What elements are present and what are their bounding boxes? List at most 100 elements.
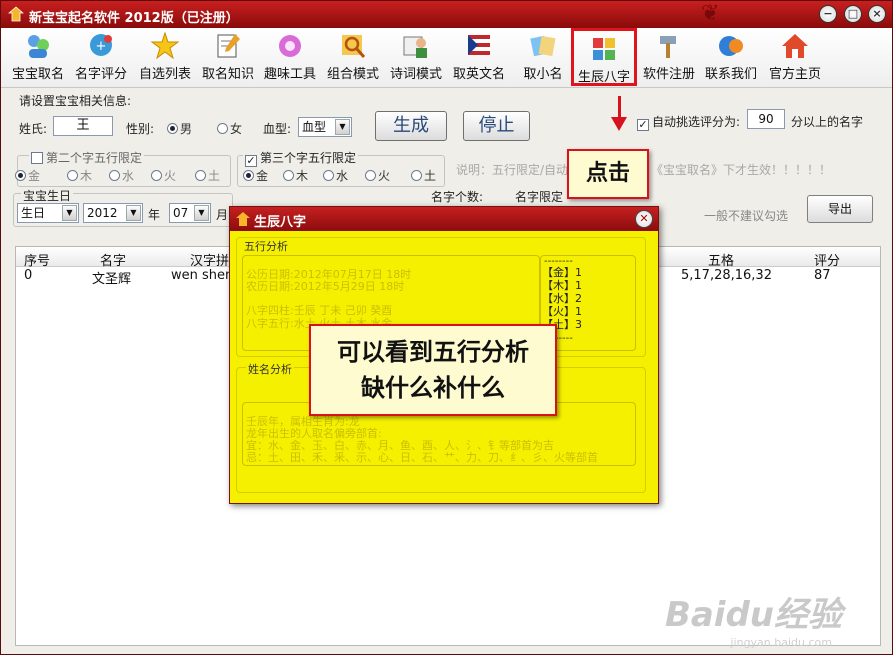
surname-label: 姓氏:: [19, 122, 48, 136]
third-char-water[interactable]: 水: [323, 167, 348, 184]
birth-month-select[interactable]: 07 ▼: [169, 203, 211, 223]
auto-pick-checkbox[interactable]: ✓ 自动挑选评分为:: [637, 113, 740, 131]
tool-poem-mode[interactable]: 诗词模式: [386, 31, 446, 85]
tool-fun-tools[interactable]: 趣味工具: [260, 31, 320, 85]
tool-name-score[interactable]: + 名字评分: [71, 31, 131, 85]
main-toolbar: 宝宝取名 + 名字评分 自选列表 取名知识 趣味工具 组合模式 诗词模式 取英文: [1, 28, 892, 88]
month-unit: 月: [216, 208, 229, 222]
name-section-label: 姓名分析: [246, 361, 294, 377]
star-list-icon: [150, 31, 180, 60]
export-button[interactable]: 导出: [807, 195, 873, 223]
count-fire: 【火】1: [542, 305, 582, 318]
tool-official-site[interactable]: 官方主页: [764, 31, 826, 85]
second-char-fire[interactable]: 火: [151, 167, 176, 184]
second-char-earth[interactable]: 土: [195, 167, 220, 184]
cell-index: 0: [24, 268, 33, 283]
maximize-button[interactable]: □: [844, 5, 862, 23]
app-window: 新宝宝起名软件 2012版（已注册） ❦ − □ × 宝宝取名 + 名字评分 自…: [0, 0, 893, 655]
surname-input[interactable]: 王: [53, 116, 113, 136]
dialog-title: 生辰八字: [254, 215, 307, 230]
second-char-gold[interactable]: 金: [15, 167, 40, 184]
third-char-wood[interactable]: 木: [283, 167, 308, 184]
generate-button[interactable]: 生成: [375, 111, 447, 141]
tool-combination-mode[interactable]: 组合模式: [323, 31, 383, 85]
wuxing-section-label: 五行分析: [244, 240, 288, 253]
stop-button[interactable]: 停止: [463, 111, 530, 141]
dialog-title-bar: 生辰八字 ✕: [230, 207, 658, 231]
window-title: 新宝宝起名软件 2012版（已注册）: [29, 11, 239, 26]
col-index[interactable]: 序号: [24, 250, 50, 269]
gender-male-radio[interactable]: 男: [167, 120, 192, 137]
tool-contact-us[interactable]: 联系我们: [701, 31, 761, 85]
year-unit: 年: [148, 208, 161, 222]
col-score[interactable]: 评分: [814, 250, 840, 269]
radio-dot: [15, 170, 26, 181]
birth-type-select[interactable]: 生日 ▼: [17, 203, 79, 223]
third-char-gold[interactable]: 金: [243, 167, 268, 184]
chevron-down-icon: ▼: [194, 205, 209, 221]
gender-female-radio[interactable]: 女: [217, 120, 242, 137]
blood-select[interactable]: 血型 ▼: [298, 117, 352, 137]
tool-naming-knowledge[interactable]: 取名知识: [198, 31, 258, 85]
home-icon: [782, 34, 808, 58]
birth-year-select[interactable]: 2012 ▼: [83, 203, 143, 223]
contact-icon: [719, 36, 743, 56]
watermark-logo: Baidu经验: [664, 595, 842, 635]
radio-dot: [151, 170, 162, 181]
watermark-url: jingyan.baidu.com: [730, 636, 832, 649]
babies-icon: [28, 35, 49, 58]
score-icon: +: [90, 34, 112, 56]
second-char-wood[interactable]: 木: [67, 167, 92, 184]
checkbox-icon: [31, 152, 43, 164]
tool-english-name[interactable]: 取英文名: [449, 31, 509, 85]
tool-custom-list[interactable]: 自选列表: [135, 31, 195, 85]
tool-birth-bazi[interactable]: 生辰八字: [571, 28, 637, 86]
second-char-checkbox[interactable]: 第二个字五行限定: [29, 149, 145, 166]
col-name[interactable]: 名字: [100, 250, 126, 269]
callout-line-1: 可以看到五行分析: [337, 338, 529, 366]
radio-dot: [323, 170, 334, 181]
cell-wuge: 5,17,28,16,32: [681, 268, 772, 283]
minimize-button[interactable]: −: [819, 5, 837, 23]
note-text: 说明：五行限定/自动: [456, 163, 569, 177]
name-count-label: 名字个数:: [431, 190, 484, 204]
radio-dot: [67, 170, 78, 181]
annotation-arrow-head: [611, 117, 627, 131]
birthday-label: 宝宝生日: [21, 187, 74, 204]
gear-flower-icon: [279, 35, 301, 57]
notebook-icon: [217, 34, 240, 58]
callout-annotation: 可以看到五行分析 缺什么补什么: [309, 324, 557, 416]
blood-label: 血型:: [263, 122, 292, 136]
col-wuge[interactable]: 五格: [708, 250, 734, 269]
count-gold: 【金】1: [542, 266, 582, 279]
third-char-earth[interactable]: 土: [411, 167, 436, 184]
second-char-water[interactable]: 水: [109, 167, 134, 184]
app-logo-icon: [8, 6, 24, 22]
dialog-logo-icon: [236, 212, 250, 226]
chevron-down-icon: ▼: [126, 205, 141, 221]
radio-dot: [167, 123, 178, 134]
auto-pick-score-input[interactable]: 90: [747, 109, 785, 129]
not-recommended-text: 一般不建议勾选: [704, 209, 789, 223]
magnifier-icon: [342, 35, 366, 58]
click-annotation: 点击: [567, 149, 649, 199]
tool-register[interactable]: 软件注册: [639, 31, 699, 85]
tool-nickname[interactable]: 取小名: [516, 31, 570, 85]
dialog-close-button[interactable]: ✕: [635, 210, 653, 228]
count-wood: 【木】1: [542, 279, 582, 292]
radio-dot: [109, 170, 120, 181]
close-button[interactable]: ×: [868, 5, 886, 23]
cell-score: 87: [814, 268, 831, 283]
third-char-checkbox[interactable]: ✓ 第三个字五行限定: [243, 149, 359, 167]
third-char-fire[interactable]: 火: [365, 167, 390, 184]
annotation-arrow-shaft: [618, 96, 621, 118]
tool-baby-naming[interactable]: 宝宝取名: [9, 31, 67, 85]
cards-icon: [530, 35, 556, 57]
radio-dot: [243, 170, 254, 181]
chevron-down-icon: ▼: [335, 119, 350, 135]
radio-dot: [411, 170, 422, 181]
col-pinyin[interactable]: 汉字拼: [190, 250, 229, 269]
radio-dot: [365, 170, 376, 181]
radio-dot: [217, 123, 228, 134]
poem-icon: [403, 36, 427, 58]
